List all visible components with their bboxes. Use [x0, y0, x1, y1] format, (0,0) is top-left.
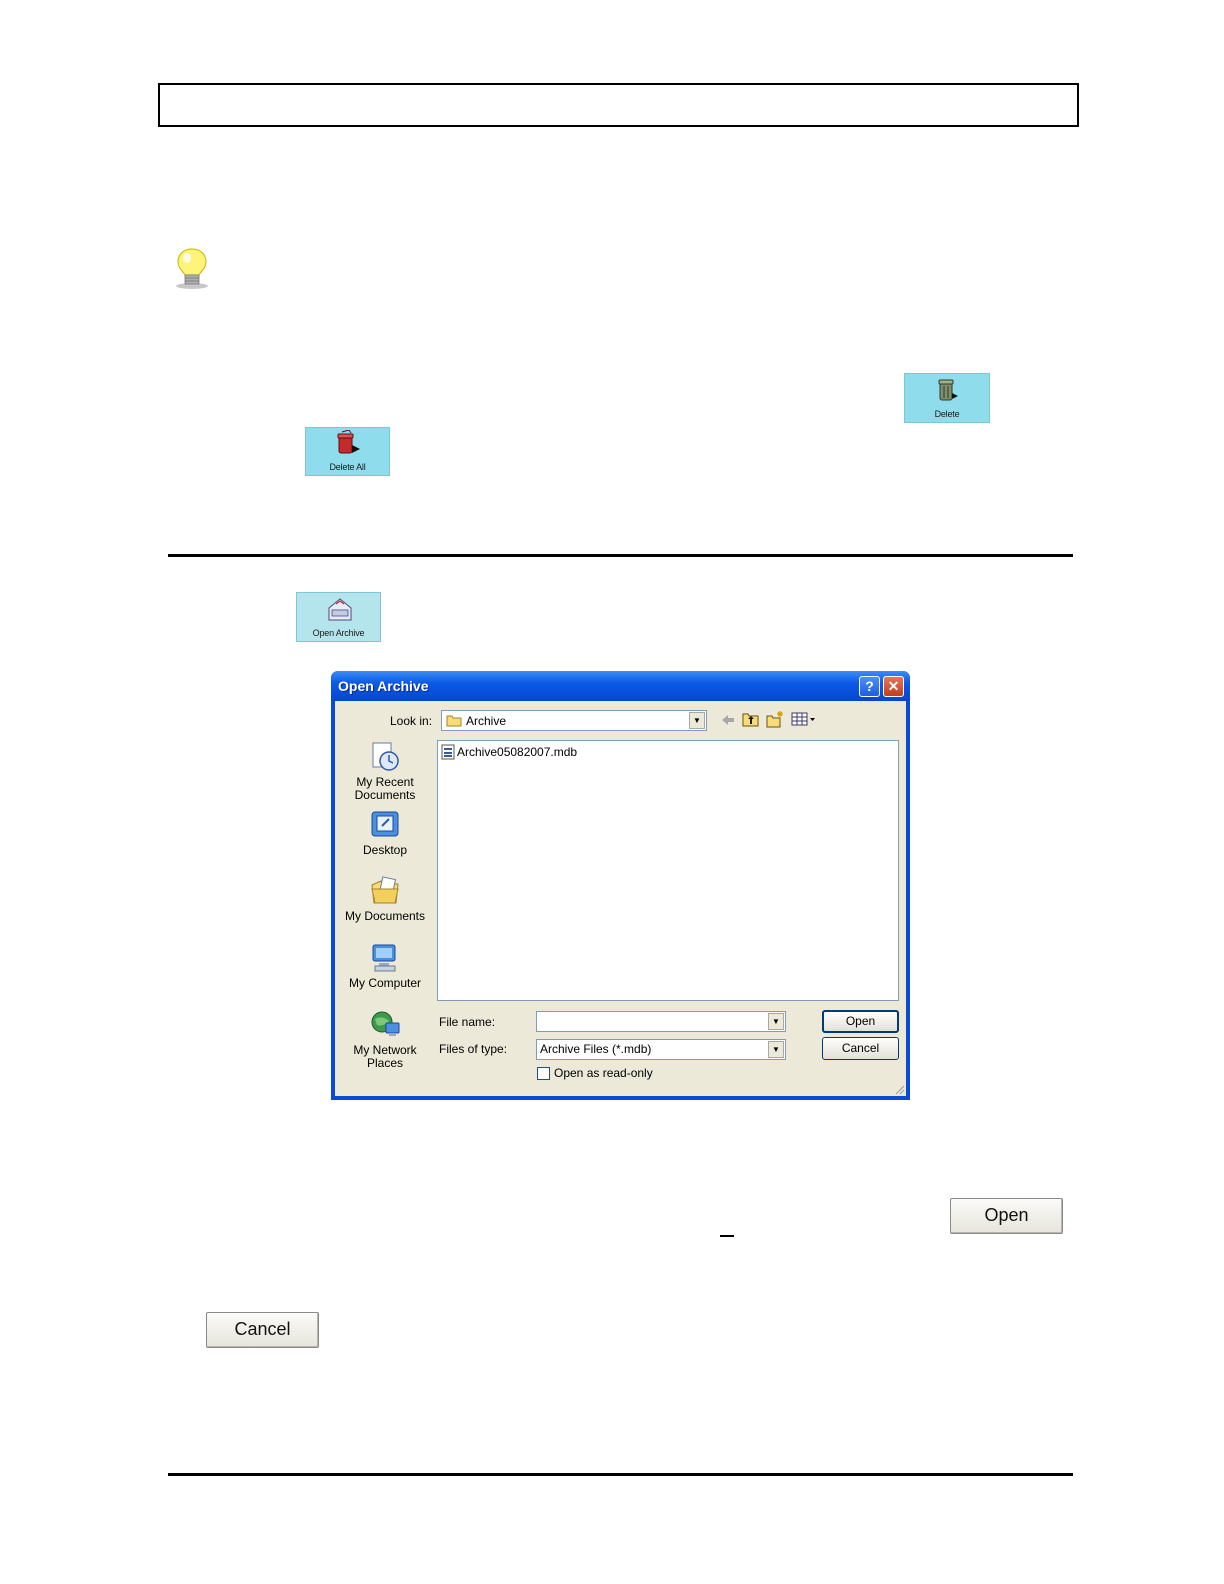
mdb-file-icon: [441, 744, 455, 760]
look-in-label: Look in:: [390, 714, 433, 728]
my-documents-icon: [369, 875, 401, 907]
dialog-titlebar[interactable]: Open Archive ? ✕: [331, 671, 910, 701]
list-item[interactable]: Archive05082007.mdb: [441, 743, 601, 761]
views-menu-icon[interactable]: [791, 712, 817, 726]
look-in-value: Archive: [466, 714, 507, 728]
footer-divider: [168, 1473, 1073, 1476]
close-button[interactable]: ✕: [883, 676, 904, 697]
places-my-computer[interactable]: My Computer: [343, 942, 427, 990]
chevron-down-icon[interactable]: ▼: [768, 1013, 784, 1030]
places-my-documents[interactable]: My Documents: [343, 875, 427, 923]
up-folder-icon[interactable]: [742, 711, 760, 728]
look-in-dropdown[interactable]: Archive ▼: [441, 710, 707, 731]
file-name-label: File name:: [439, 1015, 496, 1029]
folder-icon: [446, 715, 462, 727]
files-of-type-dropdown[interactable]: Archive Files (*.mdb) ▼: [536, 1039, 786, 1060]
new-folder-icon[interactable]: [766, 710, 784, 728]
desktop-icon: [369, 809, 401, 841]
open-archive-button[interactable]: Open Archive: [296, 592, 381, 642]
resize-grip-icon[interactable]: [893, 1083, 905, 1095]
places-label-my-computer: My Computer: [348, 976, 422, 990]
dialog-open-button[interactable]: Open: [822, 1010, 899, 1033]
delete-all-button[interactable]: Delete All: [305, 427, 390, 476]
places-my-recent-documents[interactable]: My Recent Documents: [343, 741, 427, 802]
delete-all-icon: [337, 430, 360, 454]
trash-can-icon: [938, 379, 958, 401]
file-name-text: Archive05082007.mdb: [457, 745, 578, 759]
dialog-title: Open Archive: [338, 678, 429, 694]
places-desktop[interactable]: Desktop: [343, 809, 427, 857]
file-list[interactable]: Archive05082007.mdb: [437, 740, 899, 1001]
open-button[interactable]: Open: [950, 1198, 1063, 1234]
places-label-desktop: Desktop: [362, 843, 408, 857]
files-of-type-label: Files of type:: [439, 1042, 508, 1056]
delete-all-button-label: Delete All: [329, 462, 366, 472]
chevron-down-icon[interactable]: ▼: [768, 1041, 784, 1058]
section-divider: [168, 554, 1073, 557]
underscore-mark: [720, 1235, 734, 1237]
places-my-network-places[interactable]: My Network Places: [343, 1009, 427, 1070]
places-label-my-documents: My Documents: [344, 909, 426, 923]
lightbulb-icon: [172, 246, 212, 290]
open-archive-dialog: Open Archive ? ✕ Look in: Archive ▼ My R…: [331, 671, 910, 1100]
dialog-client-area: Look in: Archive ▼ My Recent Documents D…: [335, 701, 906, 1096]
read-only-checkbox[interactable]: [537, 1067, 550, 1080]
my-computer-icon: [369, 942, 401, 974]
file-name-field[interactable]: ▼: [536, 1011, 786, 1032]
cancel-button[interactable]: Cancel: [206, 1312, 319, 1348]
files-of-type-value: Archive Files (*.mdb): [540, 1042, 652, 1056]
chevron-down-icon[interactable]: ▼: [689, 712, 705, 729]
read-only-label: Open as read-only: [554, 1066, 653, 1080]
places-label-network: My Network Places: [353, 1043, 417, 1070]
open-archive-icon: [328, 598, 352, 621]
open-archive-button-label: Open Archive: [312, 628, 365, 638]
network-places-icon: [369, 1009, 401, 1041]
page-header-box: [158, 83, 1079, 127]
recent-documents-icon: [369, 741, 401, 773]
places-label-recent: My Recent Documents: [354, 775, 416, 802]
back-arrow-icon[interactable]: [720, 712, 736, 728]
help-button[interactable]: ?: [859, 676, 880, 697]
delete-button[interactable]: Delete: [904, 373, 990, 423]
delete-button-label: Delete: [934, 409, 960, 419]
dialog-cancel-button[interactable]: Cancel: [822, 1037, 899, 1060]
